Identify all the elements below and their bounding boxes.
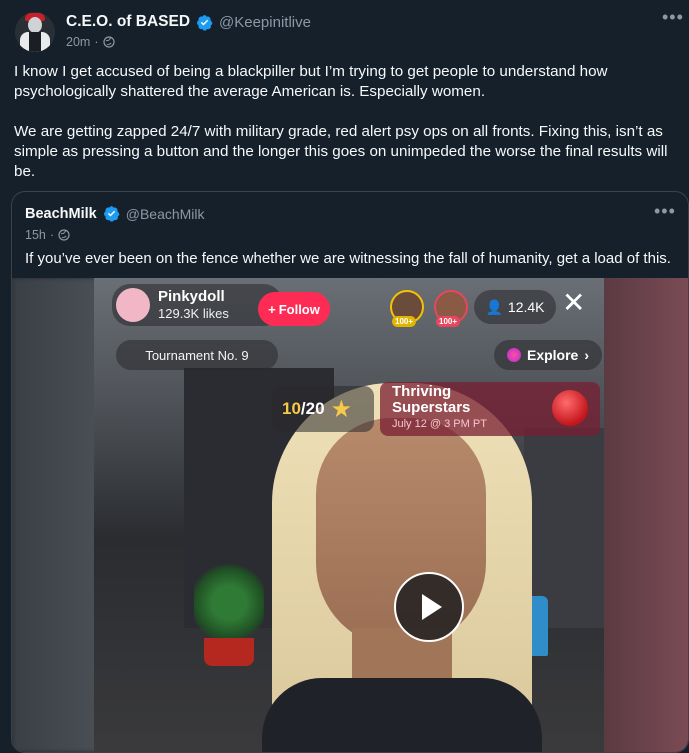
follow-button: + Follow [258, 292, 330, 326]
avatar-head [28, 17, 42, 33]
person-icon: 👤 [485, 298, 503, 315]
progress-total: /20 [300, 399, 325, 418]
quoted-header: BeachMilk @BeachMilk [25, 205, 205, 222]
post-paragraph-2: We are getting zapped 24/7 with military… [14, 123, 668, 180]
post-time[interactable]: 20m [66, 35, 90, 49]
author-handle[interactable]: @Keepinitlive [219, 14, 311, 31]
meta-separator: · [49, 228, 55, 242]
scene-plant [194, 558, 264, 648]
quoted-more-button[interactable]: ••• [654, 202, 676, 220]
explore-pill: Explore › [494, 340, 602, 370]
globe-icon [102, 36, 115, 48]
video-blur-left [12, 278, 102, 752]
host-likes: 129.3K likes [158, 306, 229, 321]
tournament-progress: 10/20 ★ [272, 386, 374, 432]
viewer-badge-2: 100+ [436, 316, 461, 327]
boxing-glove-icon [552, 390, 588, 426]
close-icon: ✕ [562, 287, 586, 318]
plus-icon: + [268, 301, 276, 317]
viewer-count-value: 12.4K [507, 299, 545, 315]
post-paragraph-1: I know I get accused of being a blackpil… [14, 63, 608, 100]
scene-person-top [262, 678, 542, 752]
host-name: Pinkydoll [158, 288, 225, 305]
quoted-meta: 15h · [25, 228, 70, 242]
viewer-badge-1: 100+ [392, 316, 417, 327]
video-frame: Pinkydoll 129.3K likes + Follow 100+ 100… [94, 278, 604, 752]
verified-badge-icon [103, 206, 120, 222]
quoted-author-name[interactable]: BeachMilk [25, 206, 97, 222]
chevron-right-icon: › [584, 347, 590, 363]
event-date: July 12 @ 3 PM PT [392, 418, 487, 430]
globe-icon [58, 229, 70, 241]
author-avatar[interactable] [15, 12, 55, 52]
quoted-time[interactable]: 15h [25, 228, 46, 242]
tournament-label: Tournament No. 9 [116, 340, 278, 370]
avatar-suit [29, 32, 41, 52]
quoted-text: If you’ve ever been on the fence whether… [25, 250, 671, 267]
post-more-button[interactable]: ••• [662, 8, 684, 26]
video-blur-right [602, 278, 688, 752]
post-body: I know I get accused of being a blackpil… [14, 62, 674, 202]
progress-current: 10 [282, 399, 301, 418]
quoted-author-handle[interactable]: @BeachMilk [126, 206, 205, 222]
event-card: Thriving Superstars July 12 @ 3 PM PT [380, 382, 600, 436]
play-button[interactable] [394, 572, 464, 642]
explore-label: Explore [526, 347, 579, 363]
follow-label: Follow [278, 301, 320, 317]
explore-icon [506, 348, 521, 362]
meta-separator: · [94, 35, 99, 49]
host-avatar [116, 288, 150, 322]
live-host-card: Pinkydoll 129.3K likes [112, 284, 282, 326]
post: C.E.O. of BASED @Keepinitlive 20m · ••• … [0, 0, 689, 753]
star-icon: ★ [330, 395, 353, 423]
event-title: Thriving Superstars [392, 383, 471, 416]
verified-badge-icon [197, 14, 213, 31]
play-icon [421, 594, 442, 620]
viewer-count: 👤 12.4K [474, 290, 556, 324]
quoted-post[interactable]: BeachMilk @BeachMilk 15h · ••• If you’ve… [11, 191, 689, 753]
author-name[interactable]: C.E.O. of BASED [66, 13, 190, 31]
scene-pot [204, 638, 254, 666]
progress-text: 10/20 [282, 399, 325, 419]
post-header: C.E.O. of BASED @Keepinitlive [66, 11, 311, 33]
video-player[interactable]: Pinkydoll 129.3K likes + Follow 100+ 100… [12, 278, 688, 752]
post-meta: 20m · [66, 35, 115, 49]
